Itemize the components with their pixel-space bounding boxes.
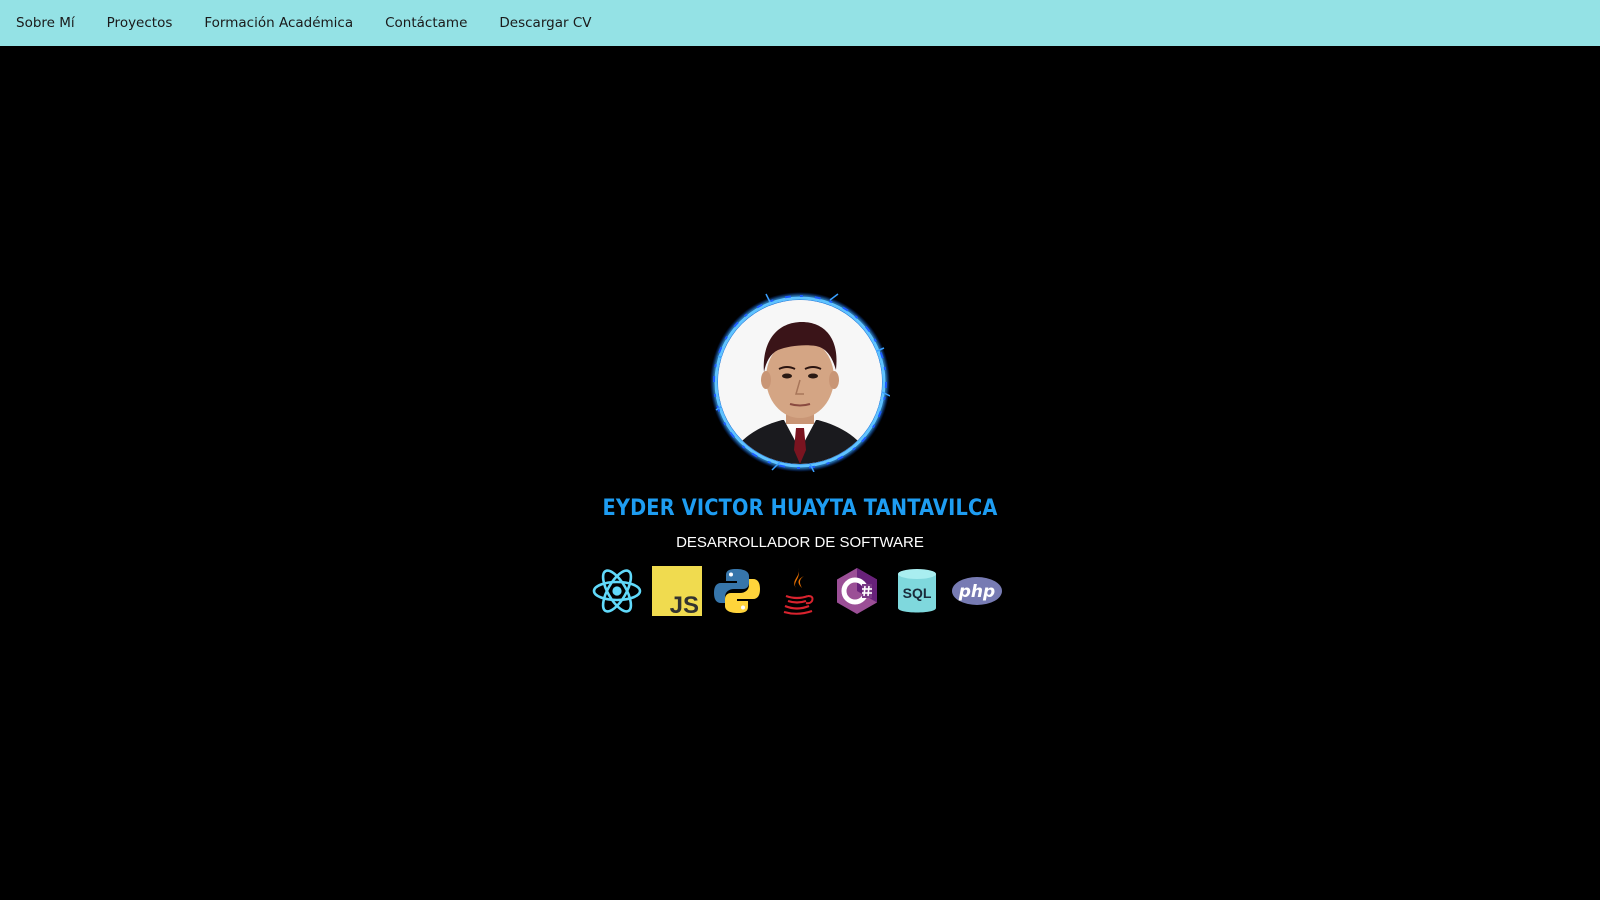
csharp-icon (832, 566, 882, 616)
php-icon-text: php (958, 582, 995, 602)
profile-photo (718, 300, 882, 464)
nav-link-sobre-mi[interactable]: Sobre Mí (16, 15, 75, 31)
nav-link-proyectos[interactable]: Proyectos (107, 15, 173, 31)
javascript-icon-text: JS (670, 592, 699, 616)
react-icon (592, 566, 642, 616)
nav-link-contactame[interactable]: Contáctame (385, 15, 467, 31)
nav-link-descargar-cv[interactable]: Descargar CV (499, 15, 591, 31)
person-name: EYDER VICTOR HUAYTA TANTAVILCA (602, 496, 998, 521)
python-icon (712, 566, 762, 616)
javascript-icon: JS (652, 566, 702, 616)
person-portrait-icon (718, 300, 882, 464)
sql-database-icon-text: SQL (903, 585, 932, 601)
php-icon: php (952, 566, 1002, 616)
profile-avatar (710, 292, 890, 472)
nav-link-formacion-academica[interactable]: Formación Académica (204, 15, 353, 31)
job-title: DESARROLLADOR DE SOFTWARE (676, 534, 924, 551)
tech-stack-icons: JS SQL php (592, 565, 1008, 617)
java-icon (772, 566, 822, 616)
top-navbar: Sobre Mí Proyectos Formación Académica C… (0, 0, 1600, 46)
sql-database-icon: SQL (892, 566, 942, 616)
hero-section: EYDER VICTOR HUAYTA TANTAVILCA DESARROLL… (0, 46, 1600, 900)
